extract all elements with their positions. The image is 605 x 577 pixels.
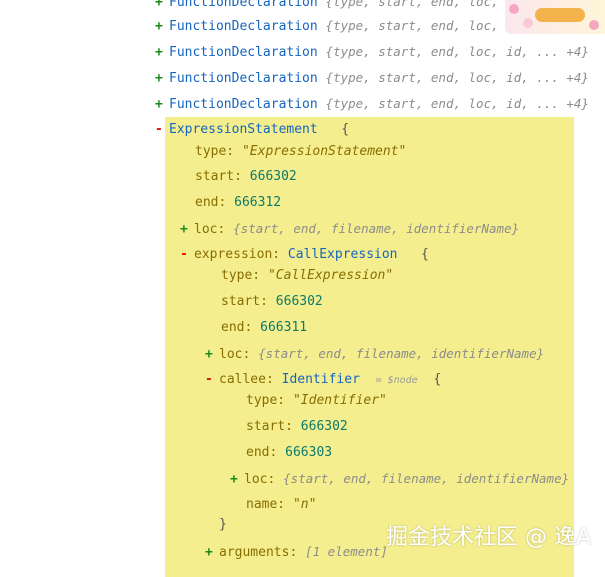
- node-summary: {start, end, filename, identifierName}: [258, 346, 545, 361]
- property-row-type: type: "CallExpression": [221, 267, 393, 285]
- property-row-type: type: "Identifier": [246, 392, 387, 410]
- property-key: start:: [246, 419, 293, 434]
- property-row-loc[interactable]: + loc: {start, end, filename, identifierN…: [230, 470, 569, 488]
- node-summary: {type, start, end, loc, id, ... +4}: [325, 70, 589, 85]
- property-key: expression:: [194, 247, 281, 262]
- property-row-end: end: 666312: [195, 194, 281, 212]
- property-row-callee[interactable]: - callee: Identifier = $node {: [205, 371, 441, 389]
- property-row-loc[interactable]: + loc: {start, end, filename, identifierN…: [180, 220, 519, 238]
- badge-icon: [535, 8, 585, 22]
- property-value: "CallExpression": [267, 268, 394, 283]
- property-key: start:: [195, 169, 242, 184]
- expand-toggle[interactable]: +: [155, 44, 169, 62]
- expand-toggle[interactable]: +: [155, 18, 169, 36]
- sticker-logo: [505, 0, 605, 34]
- node-summary: {start, end, filename, identifierName}: [283, 471, 570, 486]
- collapse-toggle[interactable]: -: [205, 371, 219, 389]
- property-key: end:: [195, 195, 227, 210]
- flower-icon: [509, 4, 519, 14]
- property-value: 666311: [260, 320, 308, 335]
- node-variable-tag: = $node: [375, 375, 418, 386]
- property-value: 666302: [275, 294, 323, 309]
- property-key: arguments:: [219, 545, 298, 560]
- expand-toggle[interactable]: +: [155, 0, 169, 12]
- flower-icon: [589, 20, 599, 30]
- property-value: 666312: [234, 195, 282, 210]
- node-summary: {start, end, filename, identifierName}: [233, 221, 520, 236]
- node-type-label: CallExpression: [287, 247, 398, 262]
- node-type-label: FunctionDeclaration: [169, 97, 318, 112]
- property-row-end: end: 666303: [246, 444, 332, 462]
- flower-icon: [523, 18, 533, 28]
- tree-row-function-declaration[interactable]: + FunctionDeclaration {type, start, end, …: [155, 43, 589, 61]
- expand-toggle[interactable]: +: [205, 346, 219, 364]
- expand-toggle[interactable]: +: [155, 96, 169, 114]
- property-row-start: start: 666302: [246, 418, 348, 436]
- property-key: end:: [221, 320, 253, 335]
- node-summary: {type, start, end, loc, id, ... +4}: [325, 44, 589, 59]
- property-row-start: start: 666302: [195, 168, 297, 186]
- property-value: 666302: [249, 169, 297, 184]
- open-brace: {: [420, 247, 429, 262]
- property-key: end:: [246, 445, 278, 460]
- watermark-text: 掘金技术社区 @ 逸A: [385, 525, 591, 550]
- property-row-start: start: 666302: [221, 293, 323, 311]
- property-value: 666302: [300, 419, 348, 434]
- collapse-toggle[interactable]: -: [180, 246, 194, 264]
- close-brace-row: }: [219, 516, 227, 534]
- property-row-expression[interactable]: - expression: CallExpression {: [180, 246, 429, 264]
- property-value: 666303: [285, 445, 333, 460]
- node-type-label: Identifier: [281, 372, 360, 387]
- property-key: loc:: [194, 222, 226, 237]
- property-row-name: name: "n": [246, 496, 316, 514]
- tree-row-function-declaration[interactable]: + FunctionDeclaration {type, start, end, …: [155, 95, 589, 113]
- property-key: name:: [246, 497, 286, 512]
- close-brace: }: [219, 517, 227, 532]
- property-row-type: type: "ExpressionStatement": [195, 143, 406, 161]
- node-type-label: FunctionDeclaration: [169, 0, 318, 10]
- property-value: "ExpressionStatement": [241, 144, 407, 159]
- property-row-arguments[interactable]: + arguments: [1 element]: [205, 543, 388, 561]
- expand-toggle[interactable]: +: [155, 70, 169, 88]
- open-brace: {: [433, 372, 442, 387]
- expand-toggle[interactable]: +: [230, 471, 244, 489]
- property-row-loc[interactable]: + loc: {start, end, filename, identifierN…: [205, 345, 544, 363]
- property-key: type:: [195, 144, 235, 159]
- node-type-label: ExpressionStatement: [169, 122, 318, 137]
- property-key: start:: [221, 294, 268, 309]
- property-key: loc:: [219, 347, 251, 362]
- expand-toggle[interactable]: +: [180, 221, 194, 239]
- property-key: loc:: [244, 472, 276, 487]
- property-key: type:: [246, 393, 286, 408]
- property-key: callee:: [219, 372, 274, 387]
- collapse-toggle[interactable]: -: [155, 121, 169, 139]
- node-summary: {type, start, end, loc, id, ... +4}: [325, 96, 589, 111]
- property-key: type:: [221, 268, 261, 283]
- node-type-label: FunctionDeclaration: [169, 19, 318, 34]
- expand-toggle[interactable]: +: [205, 544, 219, 562]
- node-type-label: FunctionDeclaration: [169, 45, 318, 60]
- tree-row-expression-statement[interactable]: - ExpressionStatement {: [155, 121, 349, 139]
- property-row-end: end: 666311: [221, 319, 307, 337]
- property-value: "Identifier": [292, 393, 387, 408]
- property-value: "n": [292, 497, 317, 512]
- node-summary: [1 element]: [305, 544, 388, 559]
- open-brace: {: [341, 122, 350, 137]
- node-type-label: FunctionDeclaration: [169, 71, 318, 86]
- tree-row-function-declaration[interactable]: + FunctionDeclaration {type, start, end, …: [155, 69, 589, 87]
